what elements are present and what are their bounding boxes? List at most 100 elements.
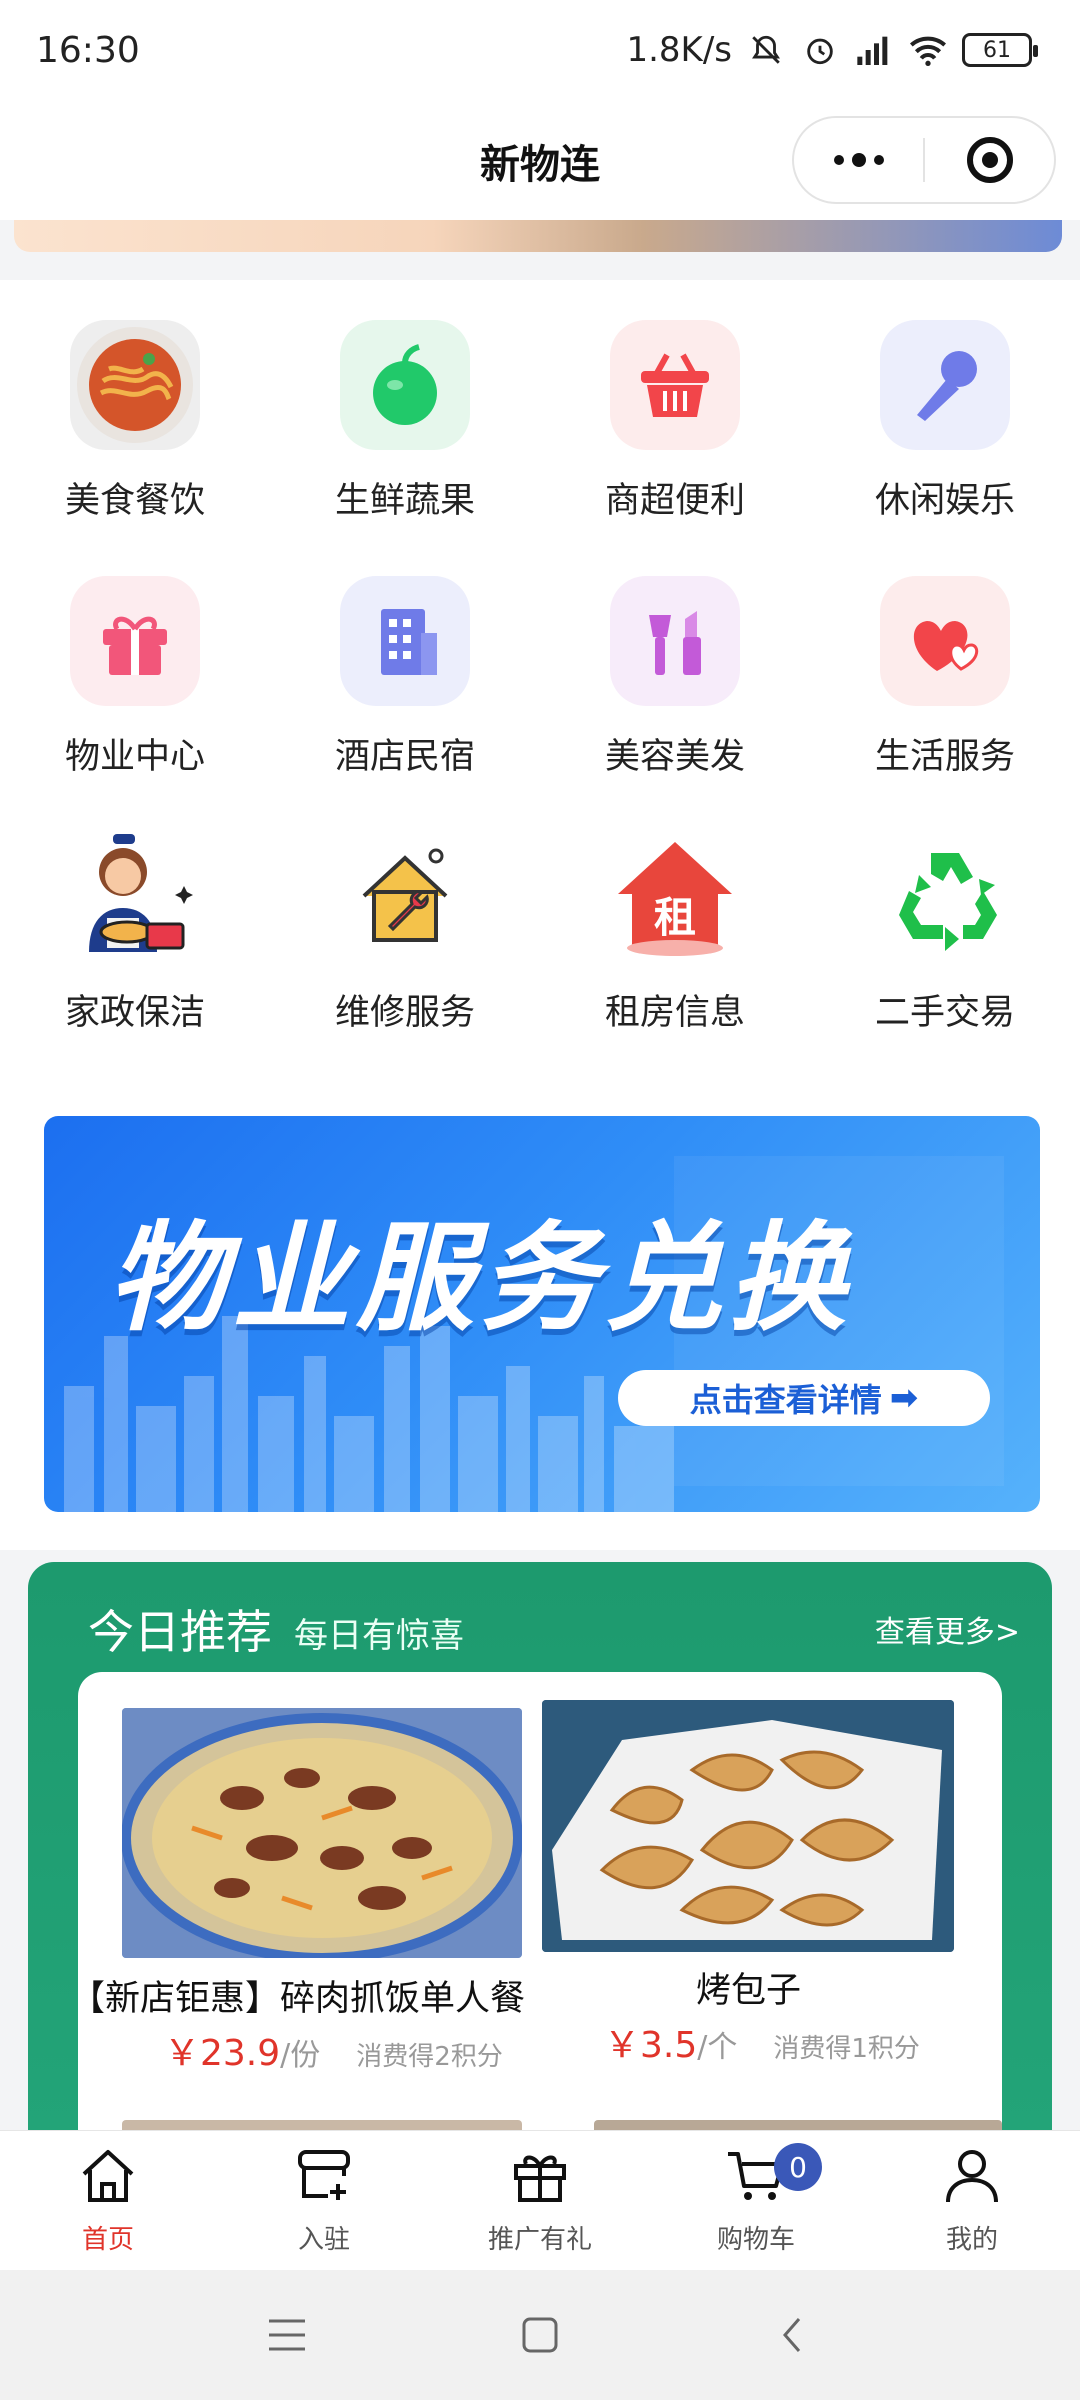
product-points: 消费得2积分 — [356, 2042, 503, 2072]
recommend-header: 今日推荐 每日有惊喜 查看更多> — [88, 1594, 1020, 1664]
mini-program-capsule — [792, 116, 1056, 204]
category-repair[interactable]: 维修服务 — [270, 832, 540, 1088]
store-add-icon — [289, 2141, 359, 2211]
wifi-icon — [908, 32, 948, 68]
tab-label: 推广有礼 — [487, 2225, 592, 2255]
baked-bun-image — [542, 1700, 954, 1952]
category-property-center[interactable]: 物业中心 — [0, 576, 270, 832]
housekeeper-icon — [70, 832, 200, 962]
category-fresh-produce[interactable]: 生鲜蔬果 — [270, 320, 540, 576]
category-label: 租房信息 — [604, 993, 745, 1033]
more-dots-icon — [833, 153, 884, 167]
category-second-hand[interactable]: 二手交易 — [810, 832, 1080, 1088]
property-service-banner[interactable]: 物业服务兑换 点击查看详情 ➡ — [44, 1116, 1040, 1512]
category-supermarket[interactable]: 商超便利 — [540, 320, 810, 576]
tab-referral-gift[interactable]: 推广有礼 — [432, 2131, 648, 2270]
home-icon — [73, 2141, 143, 2211]
category-food[interactable]: 美食餐饮 — [0, 320, 270, 576]
bottom-tab-bar: 首页 入驻 推广有礼 0 购物车 我的 — [0, 2130, 1080, 2270]
food-plate-icon — [70, 320, 200, 450]
product-name: 【新店钜惠】碎肉抓饭单人餐 — [70, 1979, 526, 2019]
tab-mine[interactable]: 我的 — [864, 2131, 1080, 2270]
close-mini-program-button[interactable] — [925, 118, 1054, 202]
mute-bell-icon — [746, 32, 786, 68]
product-points: 消费得1积分 — [773, 2034, 920, 2064]
network-speed: 1.8K/s — [626, 30, 732, 70]
shopping-basket-icon — [610, 320, 740, 450]
signal-icon — [854, 32, 894, 68]
product-price: ￥3.5 — [604, 2025, 698, 2066]
pilaf-image — [122, 1708, 522, 1958]
view-details-button[interactable]: 点击查看详情 ➡ — [618, 1370, 990, 1426]
cosmetics-icon — [610, 576, 740, 706]
hearts-icon — [880, 576, 1010, 706]
system-navigation-bar — [0, 2270, 1080, 2400]
user-icon — [937, 2141, 1007, 2211]
product-price-row: ￥23.9 /份 消费得2积分 — [164, 2024, 503, 2076]
category-label: 美容美发 — [604, 737, 745, 777]
menu-lines-icon — [268, 2319, 305, 2351]
battery-indicator: 61 — [962, 33, 1038, 67]
view-more-link[interactable]: 查看更多> — [875, 1607, 1020, 1651]
recommend-card: 【新店钜惠】碎肉抓饭单人餐 ￥23.9 /份 消费得2积分 烤包子 ￥3.5 /… — [70, 1672, 1002, 2142]
building-icon — [340, 576, 470, 706]
tab-cart[interactable]: 0 购物车 — [648, 2131, 864, 2270]
category-panel: 美食餐饮 生鲜蔬果 商超便利 休闲娱乐 物业中心 酒店民宿 美容美发 生活服务 … — [0, 280, 1080, 1550]
banner-title: 物业服务兑换 — [108, 1209, 853, 1347]
title-bar: 新物连 — [0, 100, 1080, 220]
cart-count-badge: 0 — [774, 2143, 822, 2191]
today-recommend-panel: 今日推荐 每日有惊喜 查看更多> 【新店钜惠】碎肉抓饭单人餐 ￥23.9 /份 … — [28, 1562, 1052, 2142]
recommend-subtitle: 每日有惊喜 — [294, 1615, 464, 1656]
category-label: 美食餐饮 — [64, 481, 205, 521]
rent-house-icon: 租 — [610, 832, 740, 962]
view-details-label: 点击查看详情 — [689, 1381, 882, 1419]
category-label: 家政保洁 — [64, 993, 205, 1033]
product-unit: /个 — [697, 2030, 738, 2065]
more-options-button[interactable] — [794, 118, 923, 202]
tab-label: 购物车 — [716, 2225, 795, 2255]
tab-home[interactable]: 首页 — [0, 2131, 216, 2270]
recommend-title: 今日推荐 — [88, 1605, 272, 1659]
category-label: 酒店民宿 — [334, 737, 475, 777]
apple-icon — [340, 320, 470, 450]
back-chevron-icon — [783, 2318, 801, 2352]
recycle-icon — [880, 832, 1010, 962]
category-label: 二手交易 — [874, 993, 1015, 1033]
home-system-button[interactable] — [510, 2305, 570, 2365]
top-banner-image[interactable] — [14, 220, 1062, 252]
tab-label: 入驻 — [297, 2225, 350, 2255]
gift-box-icon — [70, 576, 200, 706]
alarm-icon — [800, 32, 840, 68]
tab-label: 首页 — [81, 2225, 134, 2255]
category-housekeeping[interactable]: 家政保洁 — [0, 832, 270, 1088]
status-indicators: 1.8K/s 61 — [626, 30, 1038, 70]
gift-icon — [505, 2141, 575, 2211]
menu-button[interactable] — [257, 2305, 317, 2365]
category-life-services[interactable]: 生活服务 — [810, 576, 1080, 832]
category-beauty[interactable]: 美容美发 — [540, 576, 810, 832]
status-bar: 16:30 1.8K/s 61 — [0, 0, 1080, 100]
svg-text:租: 租 — [654, 893, 696, 942]
category-label: 生鲜蔬果 — [334, 481, 475, 521]
category-grid: 美食餐饮 生鲜蔬果 商超便利 休闲娱乐 物业中心 酒店民宿 美容美发 生活服务 … — [0, 320, 1080, 1088]
target-circle-icon — [966, 137, 1013, 183]
product-price: ￥23.9 — [164, 2033, 281, 2074]
category-entertainment[interactable]: 休闲娱乐 — [810, 320, 1080, 576]
product-price-row: ￥3.5 /个 消费得1积分 — [604, 2016, 920, 2068]
category-label: 维修服务 — [334, 993, 475, 1033]
back-button[interactable] — [763, 2305, 823, 2365]
product-card[interactable]: 【新店钜惠】碎肉抓饭单人餐 ￥23.9 /份 消费得2积分 — [70, 1672, 540, 2092]
product-unit: /份 — [280, 2038, 321, 2073]
status-time: 16:30 — [36, 29, 140, 71]
arrow-right-icon: ➡ — [889, 1378, 919, 1418]
square-icon — [522, 2317, 558, 2353]
category-label: 商超便利 — [604, 481, 745, 521]
microphone-icon — [880, 320, 1010, 450]
tab-label: 我的 — [945, 2225, 998, 2255]
tab-join[interactable]: 入驻 — [216, 2131, 432, 2270]
category-label: 生活服务 — [874, 737, 1015, 777]
category-rental[interactable]: 租 租房信息 — [540, 832, 810, 1088]
category-hotel[interactable]: 酒店民宿 — [270, 576, 540, 832]
category-label: 休闲娱乐 — [874, 481, 1015, 521]
product-card[interactable]: 烤包子 ￥3.5 /个 消费得1积分 — [540, 1672, 1002, 2092]
